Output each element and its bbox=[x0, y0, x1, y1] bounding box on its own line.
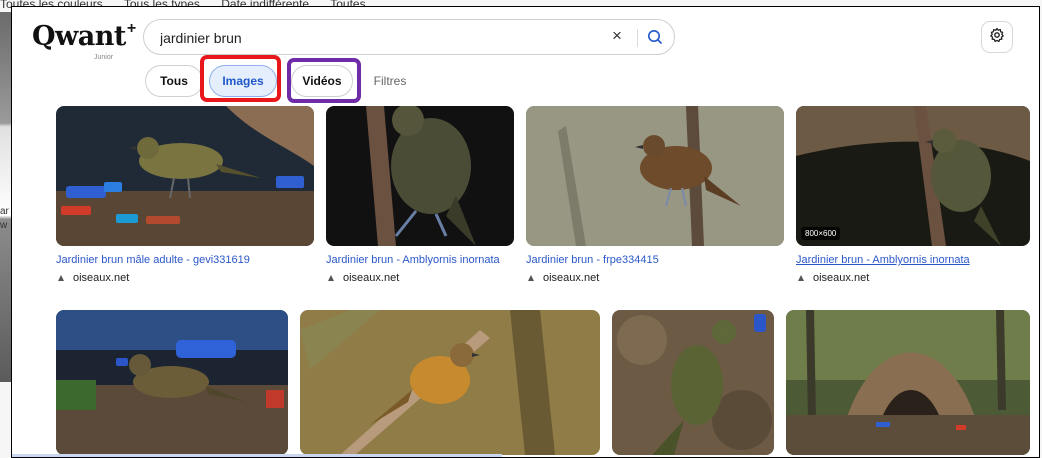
bird-favicon-icon bbox=[798, 275, 804, 281]
tab-videos[interactable]: Vidéos bbox=[291, 65, 353, 97]
bird-favicon-icon bbox=[528, 275, 534, 281]
tab-images[interactable]: Images bbox=[209, 65, 277, 97]
result-title[interactable]: Jardinier brun - Amblyornis inornata bbox=[796, 254, 970, 266]
browser-window: Qwant+ Junior × Tous Images Vidéos Filtr… bbox=[11, 6, 1040, 458]
bird-image bbox=[300, 310, 600, 455]
clear-icon[interactable]: × bbox=[612, 26, 622, 46]
search-input[interactable] bbox=[158, 26, 602, 50]
bird-favicon-icon bbox=[58, 275, 64, 281]
result-thumbnail[interactable] bbox=[300, 310, 600, 455]
bird-image bbox=[612, 310, 774, 455]
result-thumbnail[interactable]: 800×600 bbox=[796, 106, 1030, 246]
result-source[interactable]: oiseaux.net bbox=[526, 272, 599, 284]
result-title[interactable]: Jardinier brun - frpe334415 bbox=[526, 254, 659, 266]
bird-image bbox=[56, 310, 288, 455]
logo-word: Qwant bbox=[32, 21, 126, 52]
result-title[interactable]: Jardinier brun mâle adulte - gevi331619 bbox=[56, 254, 250, 266]
search-icon[interactable] bbox=[646, 28, 664, 51]
bird-image bbox=[326, 106, 514, 246]
dimension-badge: 800×600 bbox=[801, 227, 841, 240]
gear-icon bbox=[989, 27, 1005, 48]
result-thumbnail[interactable] bbox=[56, 106, 314, 246]
result-thumbnail[interactable] bbox=[612, 310, 774, 455]
result-thumbnail[interactable] bbox=[786, 310, 1030, 455]
background-left-text: ar w bbox=[0, 206, 9, 231]
result-source[interactable]: oiseaux.net bbox=[326, 272, 399, 284]
bird-image bbox=[786, 310, 1030, 455]
bird-image bbox=[56, 106, 314, 246]
result-title[interactable]: Jardinier brun - Amblyornis inornata bbox=[326, 254, 500, 266]
qwant-logo[interactable]: Qwant+ Junior bbox=[32, 20, 137, 61]
logo-plus: + bbox=[126, 20, 137, 37]
bird-image bbox=[796, 106, 1030, 246]
result-source[interactable]: oiseaux.net bbox=[56, 272, 129, 284]
result-thumbnail[interactable] bbox=[56, 310, 288, 455]
tab-tous[interactable]: Tous bbox=[145, 65, 203, 97]
bottom-status-bar bbox=[12, 454, 502, 457]
result-thumbnail[interactable] bbox=[326, 106, 514, 246]
search-bar: × bbox=[143, 19, 675, 55]
settings-button[interactable] bbox=[981, 21, 1013, 53]
logo-subtitle: Junior bbox=[94, 54, 114, 61]
result-source[interactable]: oiseaux.net bbox=[796, 272, 869, 284]
bird-image bbox=[526, 106, 784, 246]
search-divider bbox=[637, 29, 638, 47]
result-thumbnail[interactable] bbox=[526, 106, 784, 246]
bird-favicon-icon bbox=[328, 275, 334, 281]
tab-filtres[interactable]: Filtres bbox=[365, 65, 415, 97]
